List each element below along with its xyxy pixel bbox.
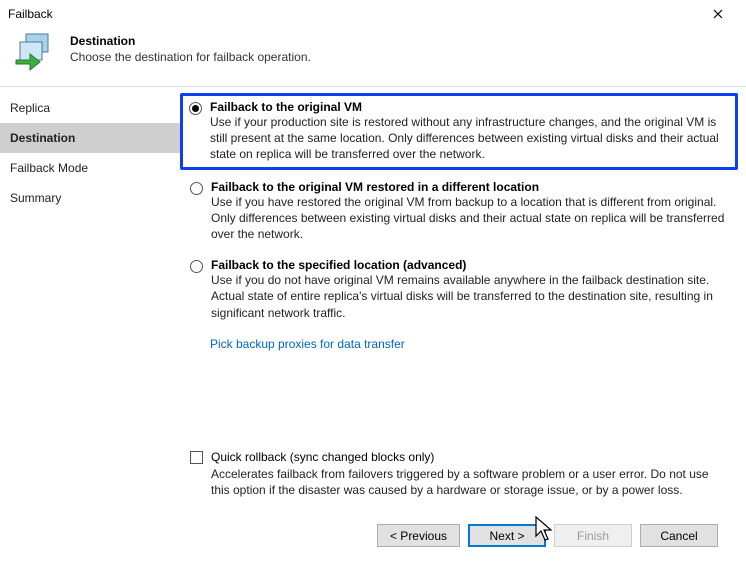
option-desc: Use if you do not have original VM remai… [211, 272, 728, 321]
radio-icon[interactable] [190, 182, 203, 195]
radio-icon[interactable] [190, 260, 203, 273]
option-title: Failback to the specified location (adva… [211, 258, 728, 272]
checkbox-icon[interactable] [190, 451, 203, 464]
options-group: Failback to the original VM Use if your … [182, 93, 736, 351]
destination-icon [12, 28, 60, 76]
option-desc: Use if you have restored the original VM… [211, 194, 728, 243]
option-title: Failback to the original VM restored in … [211, 180, 728, 194]
proxy-link-row: Pick backup proxies for data transfer [182, 331, 736, 351]
titlebar: Failback [0, 0, 746, 24]
sidebar-item-failback-mode[interactable]: Failback Mode [0, 153, 182, 183]
sidebar-item-replica[interactable]: Replica [0, 93, 182, 123]
header: Destination Choose the destination for f… [0, 24, 746, 87]
option-text: Failback to the original VM restored in … [211, 180, 728, 243]
cancel-button[interactable]: Cancel [640, 524, 718, 547]
option-text: Failback to the specified location (adva… [211, 258, 728, 321]
quick-rollback-label: Quick rollback (sync changed blocks only… [211, 450, 434, 464]
option-desc: Use if your production site is restored … [210, 114, 729, 163]
close-icon [713, 9, 723, 19]
close-button[interactable] [698, 4, 738, 24]
option-failback-original-vm[interactable]: Failback to the original VM Use if your … [180, 93, 738, 170]
radio-icon[interactable] [189, 102, 202, 115]
header-subtitle: Choose the destination for failback oper… [70, 50, 311, 64]
option-text: Failback to the original VM Use if your … [210, 100, 729, 163]
option-title: Failback to the original VM [210, 100, 729, 114]
quick-rollback-desc: Accelerates failback from failovers trig… [211, 466, 728, 498]
option-failback-restored-different-location[interactable]: Failback to the original VM restored in … [182, 174, 736, 249]
main-panel: Failback to the original VM Use if your … [182, 87, 746, 559]
sidebar-item-label: Replica [10, 101, 50, 115]
pick-backup-proxies-link[interactable]: Pick backup proxies for data transfer [210, 337, 405, 351]
header-title: Destination [70, 34, 311, 48]
next-button[interactable]: Next > [468, 524, 546, 547]
sidebar-item-label: Summary [10, 191, 61, 205]
sidebar-item-summary[interactable]: Summary [0, 183, 182, 213]
body: Replica Destination Failback Mode Summar… [0, 87, 746, 559]
sidebar: Replica Destination Failback Mode Summar… [0, 87, 182, 559]
finish-button: Finish [554, 524, 632, 547]
previous-button[interactable]: < Previous [377, 524, 460, 547]
sidebar-item-label: Failback Mode [10, 161, 88, 175]
window-title: Failback [8, 7, 53, 21]
quick-rollback-row[interactable]: Quick rollback (sync changed blocks only… [190, 450, 728, 464]
option-failback-specified-location[interactable]: Failback to the specified location (adva… [182, 252, 736, 327]
header-text: Destination Choose the destination for f… [70, 28, 311, 64]
button-row: < Previous Next > Finish Cancel [190, 512, 728, 547]
lower-panel: Quick rollback (sync changed blocks only… [182, 450, 736, 553]
sidebar-item-label: Destination [10, 131, 75, 145]
sidebar-item-destination[interactable]: Destination [0, 123, 182, 153]
